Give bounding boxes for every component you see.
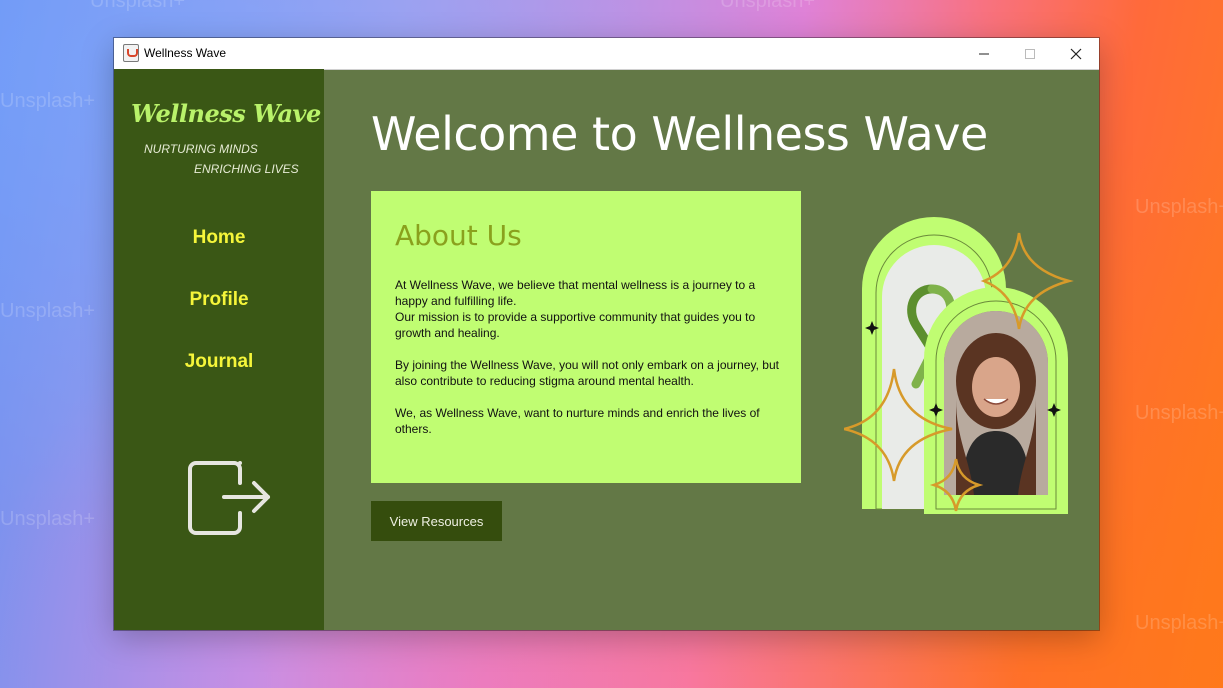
close-icon <box>1070 48 1082 59</box>
sidebar: Wellness Wave NURTURING MINDS ENRICHING … <box>114 69 324 630</box>
watermark: Unsplash+ <box>1135 402 1223 424</box>
about-text: At Wellness Wave, we believe that mental… <box>395 278 779 436</box>
watermark: Unsplash+ <box>90 0 186 12</box>
decorative-artwork <box>844 217 1074 514</box>
nav-home[interactable]: Home <box>114 227 324 249</box>
close-button[interactable] <box>1053 38 1099 69</box>
tagline-line-1: NURTURING MINDS <box>144 142 258 156</box>
nav-profile[interactable]: Profile <box>114 289 324 311</box>
watermark: Unsplash+ <box>1135 196 1223 218</box>
maximize-button[interactable] <box>1007 38 1053 69</box>
logout-icon <box>188 461 270 535</box>
logout-button[interactable] <box>182 451 274 543</box>
watermark: Unsplash+ <box>1135 612 1223 634</box>
tagline-line-2: ENRICHING LIVES <box>194 162 299 176</box>
minimize-icon <box>979 53 989 54</box>
brand-title: Wellness Wave <box>131 99 321 128</box>
page-title: Welcome to Wellness Wave <box>371 107 988 161</box>
about-title: About Us <box>395 219 522 252</box>
minimize-button[interactable] <box>961 38 1007 69</box>
window-title: Wellness Wave <box>144 46 227 60</box>
app-window: Wellness Wave Wellness Wave NURTURING MI… <box>114 38 1099 630</box>
watermark: Unsplash+ <box>720 0 816 12</box>
main-content: Welcome to Wellness Wave About Us At Wel… <box>324 69 1099 630</box>
maximize-icon <box>1025 48 1035 59</box>
java-app-icon <box>123 44 139 62</box>
nav-journal[interactable]: Journal <box>114 351 324 373</box>
about-card: About Us At Wellness Wave, we believe th… <box>371 191 801 483</box>
watermark: Unsplash+ <box>0 90 96 112</box>
title-bar[interactable]: Wellness Wave <box>114 38 1099 70</box>
watermark: Unsplash+ <box>0 508 96 530</box>
watermark: Unsplash+ <box>0 300 96 322</box>
view-resources-button[interactable]: View Resources <box>371 501 502 541</box>
